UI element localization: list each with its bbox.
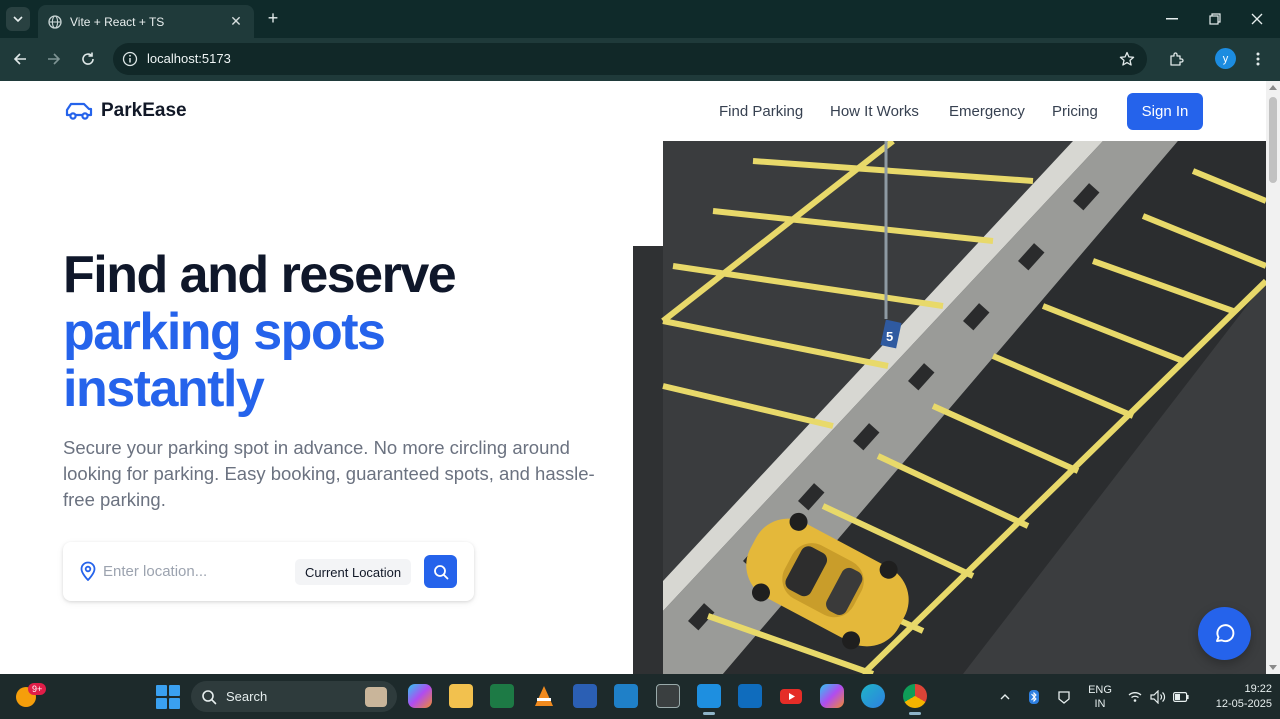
nav-find-parking[interactable]: Find Parking: [719, 103, 803, 120]
tab-search-button[interactable]: [6, 7, 30, 31]
language-code: ENG: [1088, 684, 1112, 696]
close-window-button[interactable]: [1245, 8, 1269, 30]
arrow-left-icon: [13, 53, 26, 65]
browser-tab-strip: Vite + React + TS ✕ +: [0, 0, 1280, 38]
globe-icon: [48, 14, 62, 29]
browser-tab[interactable]: Vite + React + TS ✕: [38, 5, 254, 38]
scroll-down-icon[interactable]: [1269, 665, 1277, 670]
nav-pricing[interactable]: Pricing: [1052, 103, 1098, 120]
arrow-right-icon: [48, 53, 61, 65]
close-tab-icon[interactable]: ✕: [228, 13, 244, 30]
image-notch: [633, 141, 663, 246]
new-tab-button[interactable]: +: [262, 8, 284, 30]
chat-bubble-icon: [1215, 623, 1234, 642]
location-search-card: Current Location: [63, 542, 474, 601]
forward-button[interactable]: [43, 48, 65, 70]
vscode-icon[interactable]: [697, 684, 721, 715]
battery-icon[interactable]: [1172, 674, 1190, 719]
site-info-icon[interactable]: [121, 50, 139, 68]
system-clock[interactable]: 19:22 12-05-2025: [1196, 682, 1272, 712]
browser-toolbar: localhost:5173 y: [0, 38, 1280, 81]
edge-icon[interactable]: [861, 684, 885, 708]
nav-emergency[interactable]: Emergency: [949, 103, 1025, 120]
volume-icon[interactable]: [1149, 674, 1167, 719]
tab-title: Vite + React + TS: [70, 14, 165, 29]
search-icon: [433, 564, 448, 579]
chevron-up-icon: [1000, 693, 1010, 699]
wifi-icon[interactable]: [1127, 674, 1143, 719]
hero-title-line-2: parking spots: [63, 303, 386, 361]
notification-badge: 9+: [28, 683, 47, 695]
page-viewport: ParkEase Find Parking How It Works Emerg…: [0, 81, 1280, 674]
show-hidden-icons[interactable]: [997, 674, 1013, 719]
word-icon[interactable]: [573, 684, 597, 708]
extensions-icon[interactable]: [1165, 48, 1187, 70]
taskbar: 9+ Search ENG IN 19:22 12-05-2025: [0, 674, 1280, 719]
taskbar-search[interactable]: Search: [191, 681, 397, 712]
scrollbar-thumb[interactable]: [1269, 97, 1277, 183]
map-pin-icon: [79, 561, 97, 581]
brand-logo[interactable]: ParkEase: [64, 100, 187, 122]
chat-button[interactable]: [1198, 607, 1251, 660]
taskbar-search-label: Search: [226, 689, 268, 704]
profile-avatar[interactable]: y: [1215, 48, 1236, 69]
bluetooth-icon[interactable]: [1026, 674, 1042, 719]
app-icon[interactable]: [614, 684, 638, 708]
restore-icon: [1209, 13, 1221, 25]
language-region: IN: [1094, 698, 1106, 710]
page-scrollbar[interactable]: [1266, 81, 1280, 674]
weather-widget[interactable]: 9+: [16, 683, 47, 709]
hero-parking-image: 5: [633, 138, 1269, 674]
minimize-button[interactable]: [1160, 8, 1184, 30]
m365-icon[interactable]: [820, 684, 844, 708]
search-button[interactable]: [424, 555, 457, 588]
file-explorer-icon[interactable]: [449, 684, 473, 708]
location-input[interactable]: [103, 556, 283, 586]
start-button[interactable]: [156, 685, 180, 709]
back-button[interactable]: [9, 48, 31, 70]
hero-title-line-3: instantly: [63, 360, 265, 418]
brand-name: ParkEase: [101, 100, 187, 121]
clock-date: 12-05-2025: [1215, 698, 1272, 710]
car-icon: [64, 100, 94, 122]
reload-button[interactable]: [77, 48, 99, 70]
minimize-icon: [1166, 18, 1178, 20]
chevron-down-icon: [13, 16, 23, 23]
reload-icon: [82, 52, 94, 65]
input-language[interactable]: ENG IN: [1085, 683, 1115, 711]
address-bar[interactable]: localhost:5173: [113, 43, 1147, 75]
hero-subtitle: Secure your parking spot in advance. No …: [63, 437, 595, 510]
current-location-button[interactable]: Current Location: [295, 559, 412, 585]
terminal-icon[interactable]: [656, 684, 680, 708]
parking-spot-number: 5: [886, 329, 893, 344]
more-options-icon[interactable]: [1250, 48, 1266, 70]
youtube-icon[interactable]: [779, 684, 803, 708]
excel-icon[interactable]: [490, 684, 514, 708]
bookmark-star-icon[interactable]: [1117, 49, 1137, 69]
outlook-icon[interactable]: [738, 684, 762, 708]
scroll-up-icon[interactable]: [1269, 85, 1277, 90]
search-highlight-icon: [365, 687, 387, 707]
chrome-icon[interactable]: [903, 684, 927, 715]
clock-time: 19:22: [1244, 683, 1272, 695]
security-icon[interactable]: [1055, 674, 1073, 719]
nav-how-it-works[interactable]: How It Works: [830, 103, 919, 120]
vlc-icon[interactable]: [532, 684, 556, 708]
sign-in-button[interactable]: Sign In: [1127, 93, 1203, 130]
restore-button[interactable]: [1203, 8, 1227, 30]
search-icon: [201, 689, 217, 705]
close-icon: [1251, 13, 1263, 25]
site-header: ParkEase Find Parking How It Works Emerg…: [0, 81, 1266, 141]
hero-title: Find and reserve parking spots instantly: [63, 246, 457, 418]
url-text[interactable]: localhost:5173: [147, 51, 231, 66]
hero-title-line-1: Find and reserve: [63, 246, 457, 304]
copilot-icon[interactable]: [408, 684, 432, 708]
